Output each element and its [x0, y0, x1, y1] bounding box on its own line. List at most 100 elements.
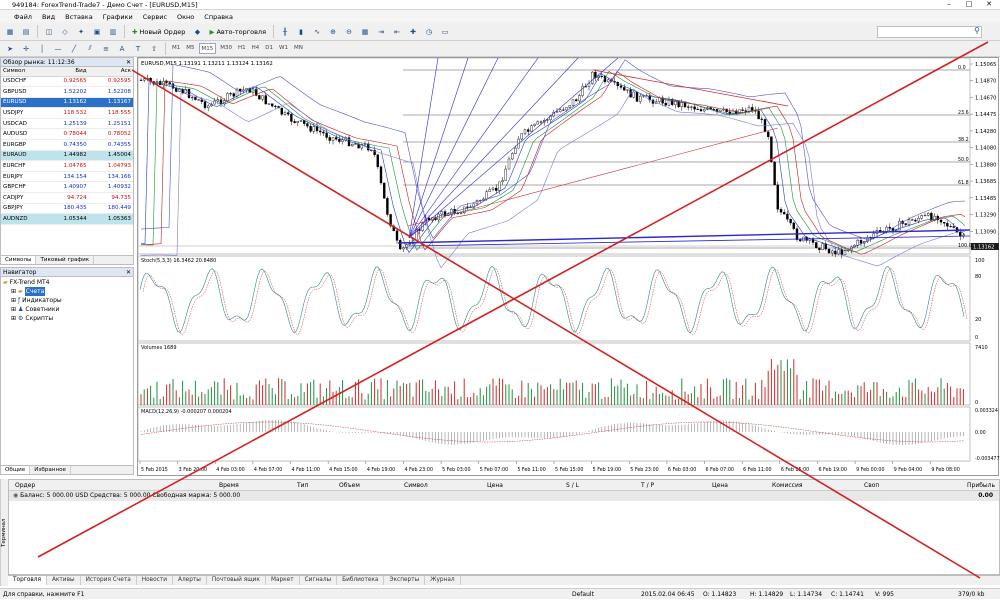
line-chart-icon[interactable]: ∿ [310, 25, 324, 39]
tab-assets[interactable]: Активы [47, 576, 81, 585]
timeframe-m30[interactable]: M30 [218, 43, 234, 54]
tab-trade[interactable]: Торговля [8, 576, 47, 585]
menu-file[interactable]: Файл [14, 13, 32, 21]
horizontal-line-icon[interactable]: — [51, 42, 65, 56]
col-order[interactable]: Ордер [15, 480, 35, 491]
market-watch-icon[interactable]: ◫ [42, 25, 56, 39]
market-row[interactable]: EURAUD 1.44982 1.45004 [1, 150, 133, 162]
search-input[interactable] [877, 26, 982, 38]
market-row[interactable]: USDCHF 0.92565 0.92595 [1, 76, 133, 88]
close-icon[interactable]: ✕ [126, 58, 131, 67]
menu-help[interactable]: Справка [204, 13, 233, 21]
tree-experts[interactable]: ⊞ ♟ Советники [3, 305, 131, 314]
menu-charts[interactable]: Графики [103, 13, 133, 21]
menu-tools[interactable]: Сервис [143, 13, 167, 21]
search-icon[interactable]: ⚲ [974, 26, 980, 35]
zoom-in-icon[interactable]: ⊕ [326, 25, 340, 39]
bar-chart-icon[interactable]: ╫ [278, 25, 292, 39]
expand-icon[interactable]: ⊞ [11, 296, 16, 305]
market-row[interactable]: AUDUSD 0.78044 0.78052 [1, 128, 133, 141]
auto-scroll-icon[interactable]: ⇥ [374, 25, 388, 39]
col-symbol[interactable]: Символ [404, 480, 428, 491]
menu-view[interactable]: Вид [42, 13, 55, 21]
menu-insert[interactable]: Вставка [65, 13, 93, 21]
col-commission[interactable]: Комиссия [772, 480, 802, 491]
label-icon[interactable]: T [131, 42, 145, 56]
market-row[interactable]: EURJPY 134.154 134.166 [1, 171, 133, 183]
timeframe-m15[interactable]: M15 [198, 43, 217, 54]
tab-journal[interactable]: Журнал [425, 576, 461, 585]
tester-icon[interactable]: ▥ [106, 25, 120, 39]
chart-shift-icon[interactable]: ⇤ [390, 25, 404, 39]
channel-icon[interactable]: ⫽ [83, 42, 97, 56]
menu-window[interactable]: Окно [177, 13, 194, 21]
tab-symbols[interactable]: Символы [1, 256, 37, 264]
tree-root[interactable]: ▰ FX-Trend MT4 [3, 278, 131, 287]
tile-windows-icon[interactable]: ▦ [358, 25, 372, 39]
market-row[interactable]: CADJPY 94.724 94.735 [1, 192, 133, 204]
market-row[interactable]: GBPCHF 1.40907 1.40932 [1, 181, 133, 194]
tab-signals[interactable]: Сигналы [300, 576, 338, 585]
data-window-icon[interactable]: ◇ [58, 25, 72, 39]
tab-experts[interactable]: Эксперты [384, 576, 426, 585]
timeframe-d1[interactable]: D1 [263, 43, 275, 54]
tree-accounts[interactable]: ⊞ ▰ Счета [3, 287, 131, 296]
indicators-icon[interactable]: ✚ [406, 25, 420, 39]
crosshair-icon[interactable]: ✛ [19, 42, 33, 56]
market-row[interactable]: USDCAD 1.25139 1.25151 [1, 118, 133, 130]
new-chart-icon[interactable]: ▦ [3, 25, 17, 39]
tab-market[interactable]: Маркет [266, 576, 300, 585]
profiles-icon[interactable]: ▤ [19, 25, 33, 39]
minimize-icon[interactable]: – [940, 0, 958, 9]
fibonacci-icon[interactable]: ≡ [99, 42, 113, 56]
zoom-out-icon[interactable]: ⊖ [342, 25, 356, 39]
tab-news[interactable]: Новости [137, 576, 173, 585]
col-ask[interactable]: Аск [88, 67, 133, 77]
vertical-line-icon[interactable]: │ [35, 42, 49, 56]
close-icon[interactable]: ✕ [980, 0, 998, 9]
col-sl[interactable]: S / L [566, 480, 579, 491]
market-row[interactable]: AUDNZD 1.05344 1.05363 [1, 213, 133, 225]
cursor-icon[interactable]: ➤ [3, 42, 17, 56]
tab-library[interactable]: Библиотека [337, 576, 385, 585]
col-volume[interactable]: Объем [339, 480, 360, 491]
maximize-icon[interactable]: □ [960, 0, 978, 9]
periods-icon[interactable]: ◷ [422, 25, 436, 39]
close-icon[interactable]: ✕ [126, 268, 131, 277]
tab-history[interactable]: История Счета [81, 576, 137, 585]
col-symbol[interactable]: Символ [1, 67, 45, 77]
expand-icon[interactable]: ⊞ [11, 314, 16, 323]
timeframe-w1[interactable]: W1 [277, 43, 290, 54]
market-row[interactable]: USDJPY 118.532 118.555 [1, 107, 133, 119]
navigator-icon[interactable]: ✦ [74, 25, 88, 39]
timeframe-h1[interactable]: H1 [236, 43, 248, 54]
tab-tick-chart[interactable]: Тиковый график [36, 256, 95, 264]
col-bid[interactable]: Бид [44, 67, 89, 77]
col-swap[interactable]: Своп [864, 480, 879, 491]
tab-favorites[interactable]: Избранное [30, 466, 71, 474]
market-row[interactable]: EURUSD 1.13162 1.13167 [1, 97, 133, 109]
tab-mailbox[interactable]: Почтовый ящик [207, 576, 266, 585]
market-row[interactable]: GBPUSD 1.52202 1.52208 [1, 86, 133, 98]
timeframe-mn[interactable]: MN [292, 43, 305, 54]
text-icon[interactable]: A [115, 42, 129, 56]
timeframe-h4[interactable]: H4 [250, 43, 262, 54]
trendline-icon[interactable]: ╱ [67, 42, 81, 56]
market-row[interactable]: EURGBP 0.74350 0.74355 [1, 139, 133, 151]
balance-row[interactable]: ◉ Баланс: 5 000.00 USD Средства: 5 000.0… [9, 491, 999, 501]
price-chart[interactable]: 1.15065 1.14870 1.14670 1.14475 1.14280 1.140… [137, 57, 1000, 477]
col-tp[interactable]: T / P [641, 480, 654, 491]
chart-window[interactable]: 1.15065 1.14870 1.14670 1.14475 1.14280 1.140… [137, 57, 1000, 477]
timeframe-m1[interactable]: M1 [170, 43, 182, 54]
candlestick-icon[interactable]: ▮ [294, 25, 308, 39]
tab-common[interactable]: Общие [1, 466, 31, 474]
market-row[interactable]: GBPJPY 180.435 180.449 [1, 203, 133, 215]
auto-trading-button[interactable]: ▶ Авто-торговля [206, 25, 269, 39]
col-price[interactable]: Цена [487, 480, 503, 491]
tab-alerts[interactable]: Алерты [173, 576, 207, 585]
timeframe-m5[interactable]: M5 [184, 43, 196, 54]
expand-icon[interactable]: ⊞ [11, 305, 16, 314]
col-type[interactable]: Тип [297, 480, 309, 491]
col-current-price[interactable]: Цена [712, 480, 728, 491]
tree-indicators[interactable]: ⊞ ƒ Индикаторы [3, 296, 131, 305]
